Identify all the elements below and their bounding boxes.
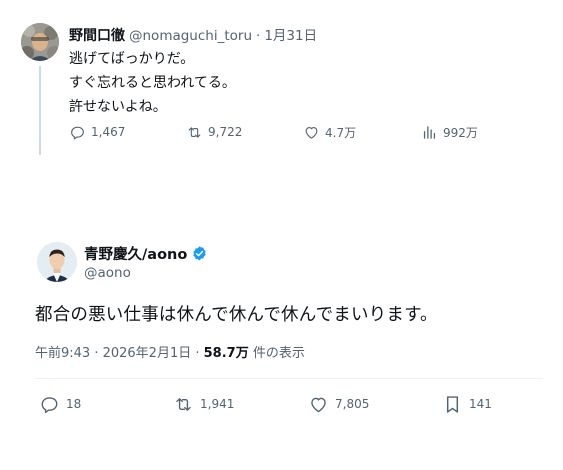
like-count: 7,805	[335, 397, 370, 411]
main-author-handle[interactable]: @aono	[84, 265, 131, 281]
quoted-tweet-line: すぐ忘れると思われてる。	[69, 75, 236, 91]
heart-icon	[311, 397, 326, 412]
quoted-retweet-button[interactable]: 9,722	[186, 123, 242, 141]
bookmark-icon	[446, 395, 459, 413]
bookmark-button[interactable]: 141	[442, 393, 492, 415]
main-author-name[interactable]: 青野慶久/aono	[84, 243, 187, 264]
retweet-count: 1,941	[200, 397, 235, 411]
quoted-retweet-count: 9,722	[208, 125, 243, 139]
reply-icon	[41, 396, 58, 413]
views-icon	[423, 125, 436, 139]
retweet-icon	[176, 397, 191, 411]
quoted-tweet-text: 逃げてばっかりだ。 すぐ忘れると思われてる。 許せないよね。	[69, 47, 236, 119]
quoted-reply-count: 1,467	[91, 125, 126, 139]
main-tweet-text: 都合の悪い仕事は休んで休んで休んでまいります。	[35, 305, 438, 325]
quoted-tweet-date[interactable]: 1月31日	[264, 28, 317, 44]
retweet-icon	[188, 126, 201, 138]
quoted-reply-button[interactable]: 1,467	[69, 123, 125, 141]
thread-line	[39, 66, 41, 155]
main-author-name-row: 青野慶久/aono	[84, 243, 208, 264]
quoted-author-name[interactable]: 野間口徹	[69, 28, 125, 44]
tweet-timestamp[interactable]: 午前9:43 · 2026年2月1日 ·	[35, 346, 204, 361]
quoted-like-count: 4.7万	[325, 125, 357, 140]
like-button[interactable]: 7,805	[308, 393, 369, 415]
quoted-tweet-line: 逃げてばっかりだ。	[69, 51, 195, 67]
view-count: 58.7万	[203, 346, 249, 361]
quoted-views-button[interactable]: 992万	[421, 123, 478, 141]
quoted-tweet-line: 許せないよね。	[69, 99, 167, 115]
reply-button[interactable]: 18	[39, 393, 81, 415]
bookmark-count: 141	[469, 397, 492, 411]
retweet-button[interactable]: 1,941	[173, 393, 234, 415]
tweet-metadata: 午前9:43 · 2026年2月1日 · 58.7万 件の表示	[35, 342, 305, 361]
verified-badge-icon	[193, 246, 206, 261]
header-separator: ·	[256, 28, 261, 44]
quoted-tweet-header: 野間口徹 @nomaguchi_toru · 1月31日	[69, 24, 317, 45]
quoted-author-handle[interactable]: @nomaguchi_toru	[129, 28, 252, 44]
quoted-author-avatar[interactable]	[21, 23, 59, 61]
reply-icon	[71, 126, 84, 139]
quoted-like-button[interactable]: 4.7万	[303, 123, 356, 141]
main-author-avatar[interactable]	[37, 242, 77, 282]
view-count-label: 件の表示	[248, 346, 305, 361]
reply-count: 18	[66, 397, 82, 411]
heart-icon	[305, 126, 318, 139]
divider	[35, 378, 543, 379]
quoted-views-count: 992万	[443, 125, 478, 140]
